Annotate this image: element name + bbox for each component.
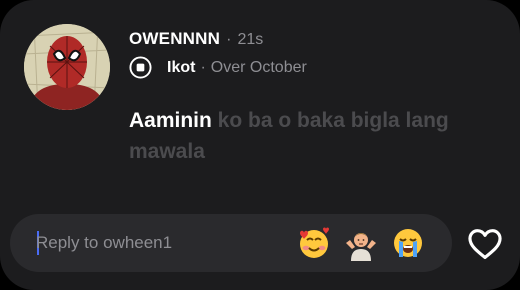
quick-reactions — [296, 225, 426, 261]
music-note-icon — [129, 56, 152, 79]
smiling-face-with-hearts-icon[interactable] — [296, 225, 332, 261]
username[interactable]: OWENNNN — [129, 29, 220, 49]
song-separator: · — [200, 58, 206, 76]
note-card: OWENNNN · 21s Ikot · Over October Aamini… — [0, 0, 520, 290]
note-header: OWENNNN · 21s — [129, 29, 263, 49]
person-shrugging-icon[interactable] — [343, 225, 379, 261]
timestamp: 21s — [237, 31, 264, 48]
song-artist: Over October — [210, 58, 307, 76]
loudly-crying-face-icon[interactable] — [390, 225, 426, 261]
heart-outline-icon[interactable] — [466, 225, 504, 263]
reply-input[interactable] — [36, 214, 276, 272]
reply-bar — [10, 214, 452, 272]
song-title: Ikot — [167, 58, 196, 76]
spiderman-avatar-image — [24, 24, 110, 110]
lyric-text: Aaminin ko ba o baka bigla lang mawala — [129, 105, 474, 167]
song-attribution[interactable]: Ikot · Over October — [129, 56, 307, 79]
avatar[interactable] — [24, 24, 110, 110]
lyric-highlighted: Aaminin — [129, 109, 212, 132]
header-separator: · — [226, 31, 232, 48]
